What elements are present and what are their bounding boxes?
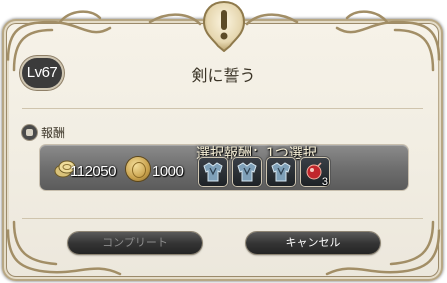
divider [22,108,423,109]
currency-coin-icon [126,157,150,181]
reward-section-header: 報酬 [22,124,65,140]
reward-icon [22,124,37,140]
coin-amount: 1000 [152,163,184,180]
reward-item-slot[interactable]: 3 [301,158,329,188]
complete-button[interactable]: コンプリート [68,232,202,254]
reward-item-slot[interactable] [199,158,227,186]
armor-chest-icon [237,162,257,182]
reward-item-slot[interactable] [267,158,295,186]
armor-chest-icon [203,162,223,182]
divider [22,218,423,219]
gil-amount: 112050 [70,163,116,180]
quest-title: 剣に誓う [191,66,256,85]
reward-section-label: 報酬 [41,125,66,140]
item-quantity: 3 [321,176,328,188]
cancel-button[interactable]: キャンセル [246,232,380,254]
alert-exclamation-icon [202,0,246,52]
armor-chest-icon [271,162,291,182]
reward-item-slot[interactable] [233,158,261,186]
